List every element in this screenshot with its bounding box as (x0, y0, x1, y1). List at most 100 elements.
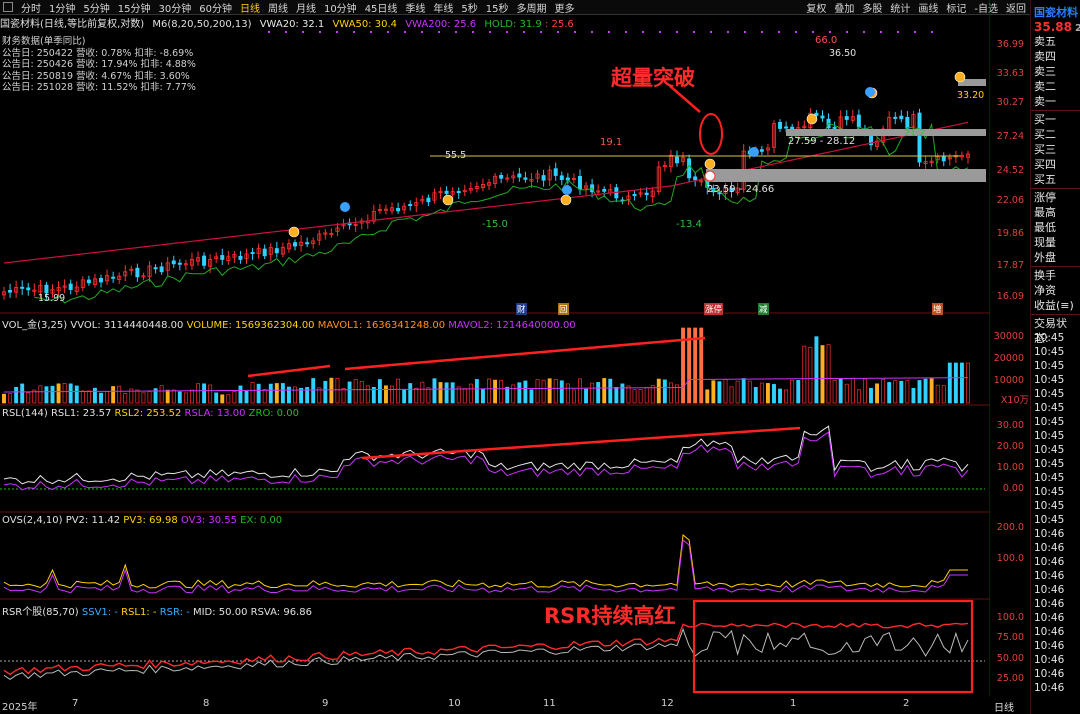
volume-bar (923, 378, 928, 404)
kline-chart[interactable] (0, 0, 990, 697)
volume-bar (189, 389, 194, 404)
volume-bar (8, 393, 13, 404)
volume-bar (844, 383, 849, 404)
candle-body (832, 126, 837, 129)
event-tag-reduce[interactable]: 减 (758, 303, 769, 315)
quote-stat: 净资 (1034, 284, 1056, 297)
tick-time: 10:45 (1034, 346, 1065, 358)
signal-dot (659, 31, 661, 33)
bid-level[interactable]: 买三 (1031, 142, 1080, 157)
quote-stat: 外盘 (1034, 251, 1056, 264)
bid-level[interactable]: 买四 (1031, 157, 1080, 172)
date-axis: 2025年 7 8 9 10 11 12 1 2 (2, 698, 910, 713)
quote-panel: 国瓷材料 35.88 2 卖五 卖四 卖三 卖二 卖一 买一 买二 买三 买四 买五 涨停 最高 最低 现量… (1030, 0, 1080, 714)
tick-time: 10:45 (1034, 388, 1065, 400)
volume-bar (26, 392, 31, 404)
signal-dot (642, 31, 644, 33)
volume-bar (274, 383, 279, 404)
candle-body (893, 116, 898, 119)
volume-bar (656, 378, 661, 404)
signal-dot (455, 31, 457, 33)
signal-dot (693, 31, 695, 33)
volume-bar (614, 386, 619, 404)
volume-bar (390, 385, 394, 404)
quote-stat: 最低 (1034, 221, 1056, 234)
volume-bar (14, 386, 19, 404)
volume-bar (632, 389, 637, 404)
tick-time: 10:45 (1034, 416, 1065, 428)
ask-level[interactable]: 卖五 (1031, 34, 1080, 49)
signal-marker (865, 87, 875, 97)
volume-bar (881, 379, 886, 404)
volume-bar (620, 383, 625, 404)
volume-bar (959, 362, 964, 404)
event-tag-fin[interactable]: 财 (516, 303, 527, 315)
candle-body (687, 158, 692, 179)
volume-bar (165, 389, 170, 404)
ask-level[interactable]: 卖四 (1031, 49, 1080, 64)
signal-dot (897, 31, 899, 33)
label-3320: 33.20 (957, 90, 985, 101)
volume-bar (311, 378, 316, 404)
volume-bar (468, 383, 473, 404)
event-tag-limitup[interactable]: 涨停 (704, 303, 724, 315)
tick-time: 10:46 (1034, 640, 1065, 652)
pv3-line (3, 534, 968, 589)
volume-bar (20, 383, 25, 404)
volume-bar (875, 383, 880, 404)
tick-time: 10:46 (1034, 528, 1065, 540)
ask-level[interactable]: 卖二 (1031, 79, 1080, 94)
volume-bar (268, 383, 273, 404)
volume-bar (280, 383, 285, 404)
signal-dot (914, 31, 916, 33)
volume-bar (772, 384, 776, 404)
signal-dot (761, 31, 763, 33)
divider (1031, 314, 1080, 315)
volume-bar (862, 378, 867, 404)
volume-arrow-1 (247, 364, 331, 378)
divider (1031, 110, 1080, 111)
volume-bar (323, 380, 328, 404)
rsr-line (3, 627, 969, 681)
ask-level[interactable]: 卖三 (1031, 64, 1080, 79)
volume-bar (947, 362, 952, 404)
volume-bar (759, 382, 764, 404)
volume-bar (493, 379, 498, 404)
bid-level[interactable]: 买一 (1031, 112, 1080, 127)
event-tag-increase[interactable]: 增 (932, 303, 943, 315)
volume-bar (123, 393, 128, 404)
candle-body (68, 283, 73, 290)
candle-body (44, 284, 49, 294)
volume-bar (80, 390, 85, 404)
volume-bar (426, 387, 431, 404)
rsr-panel-label: RSR个股(85,70) SSV1: - RSL1: - RSR: - MID:… (2, 607, 312, 618)
signal-dot (676, 31, 678, 33)
candle-body (941, 155, 946, 162)
volume-bar (450, 382, 455, 404)
toolbar-button[interactable]: 返回 (1002, 0, 1030, 15)
bid-level[interactable]: 买二 (1031, 127, 1080, 142)
candle-body (26, 287, 31, 291)
bid-level[interactable]: 买五 (1031, 172, 1080, 187)
stock-name[interactable]: 国瓷材料 (1031, 0, 1080, 20)
support-zone-2 (706, 169, 986, 182)
volume-bar (432, 378, 437, 404)
last-price: 35.88 2 (1034, 20, 1080, 34)
volume-bar (359, 380, 364, 404)
signal-dot (591, 31, 593, 33)
volume-bar (244, 390, 249, 404)
volume-bar (38, 385, 43, 404)
volume-bar (850, 377, 855, 404)
volume-bar (159, 385, 164, 404)
signal-dot (472, 31, 474, 33)
volume-bar (462, 388, 467, 404)
signal-dot (438, 31, 440, 33)
candle-body (262, 248, 267, 257)
volume-bar (226, 394, 231, 404)
signal-marker (288, 226, 300, 238)
ask-level[interactable]: 卖一 (1031, 94, 1080, 109)
event-tag-repurchase[interactable]: 回 (558, 303, 569, 315)
candle-body (778, 121, 783, 129)
volume-bar (796, 380, 801, 404)
signal-dot (387, 31, 389, 33)
